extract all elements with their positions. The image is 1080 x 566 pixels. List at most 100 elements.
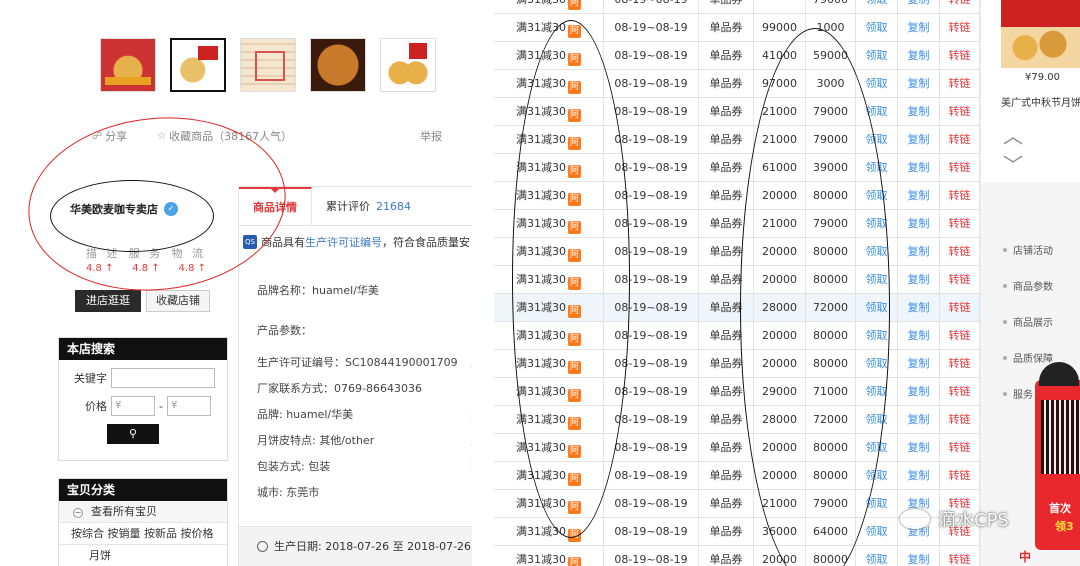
claim-link[interactable]: 领取 xyxy=(856,126,898,154)
search-button[interactable]: ⚲ xyxy=(107,424,159,444)
promo-qr-panel[interactable]: 首次 领3 xyxy=(1035,362,1080,550)
date-cell: 08-19~08-19 xyxy=(604,266,699,294)
convert-link[interactable]: 转链 xyxy=(940,322,980,350)
claim-link[interactable]: 领取 xyxy=(856,546,898,566)
nav-service[interactable]: 服务 xyxy=(1003,386,1033,401)
convert-link[interactable]: 转链 xyxy=(940,14,980,42)
report-link[interactable]: 举报 xyxy=(420,128,442,144)
shop-ratings: 描 述 服 务 物 流 4.8 ↑ 4.8 ↑ 4.8 ↑ xyxy=(86,245,206,274)
recommended-title[interactable]: 美广式中秋节月饼 xyxy=(1001,94,1080,109)
claim-link[interactable]: 领取 xyxy=(856,98,898,126)
claim-link[interactable]: 领取 xyxy=(856,210,898,238)
nav-product-display[interactable]: 商品展示 xyxy=(1003,314,1053,329)
thumbnail-strip xyxy=(100,38,436,92)
enter-shop-button[interactable]: 进店逛逛 xyxy=(75,290,141,312)
convert-link[interactable]: 转链 xyxy=(940,0,980,14)
sort-options[interactable]: 按综合 按销量 按新品 按价格 xyxy=(59,523,227,545)
copy-link[interactable]: 复制 xyxy=(898,70,940,98)
price-max-input[interactable]: ¥ xyxy=(166,396,211,416)
tab-detail[interactable]: 商品详情 xyxy=(239,187,312,225)
convert-link[interactable]: 转链 xyxy=(940,70,980,98)
copy-link[interactable]: 复制 xyxy=(898,98,940,126)
claim-link[interactable]: 领取 xyxy=(856,70,898,98)
claim-link[interactable]: 领取 xyxy=(856,406,898,434)
copy-link[interactable]: 复制 xyxy=(898,182,940,210)
copy-link[interactable]: 复制 xyxy=(898,154,940,182)
claim-link[interactable]: 领取 xyxy=(856,462,898,490)
license-link[interactable]: 生产许可证编号 xyxy=(305,234,382,250)
claim-link[interactable]: 领取 xyxy=(856,518,898,546)
date-cell: 08-19~08-19 xyxy=(604,154,699,182)
claim-link[interactable]: 领取 xyxy=(856,350,898,378)
nav-shop-activity[interactable]: 店铺活动 xyxy=(1003,242,1053,257)
claim-link[interactable]: 领取 xyxy=(856,434,898,462)
convert-link[interactable]: 转链 xyxy=(940,210,980,238)
category-mooncake[interactable]: 月饼 xyxy=(59,545,227,566)
convert-link[interactable]: 转链 xyxy=(940,126,980,154)
convert-link[interactable]: 转链 xyxy=(940,266,980,294)
sogou-logo: 中 xyxy=(1019,550,1032,564)
convert-link[interactable]: 转链 xyxy=(940,434,980,462)
keyword-input[interactable] xyxy=(111,368,215,388)
remain-cell: 71000 xyxy=(806,378,856,406)
recommended-product-image[interactable] xyxy=(1001,0,1080,68)
claim-link[interactable]: 领取 xyxy=(856,378,898,406)
copy-link[interactable]: 复制 xyxy=(898,322,940,350)
copy-link[interactable]: 复制 xyxy=(898,238,940,266)
copy-link[interactable]: 复制 xyxy=(898,406,940,434)
copy-link[interactable]: 复制 xyxy=(898,546,940,566)
convert-link[interactable]: 转链 xyxy=(940,406,980,434)
copy-link[interactable]: 复制 xyxy=(898,294,940,322)
copy-link[interactable]: 复制 xyxy=(898,266,940,294)
claim-link[interactable]: 领取 xyxy=(856,14,898,42)
convert-link[interactable]: 转链 xyxy=(940,350,980,378)
table-row: 满31减30 阿 08-19~08-19 单品券 21000 79000 领取 复制 转链 xyxy=(494,210,980,238)
convert-link[interactable]: 转链 xyxy=(940,238,980,266)
claim-link[interactable]: 领取 xyxy=(856,266,898,294)
copy-link[interactable]: 复制 xyxy=(898,350,940,378)
convert-link[interactable]: 转链 xyxy=(940,378,980,406)
claim-link[interactable]: 领取 xyxy=(856,322,898,350)
coupon-cell: 满31减30阿 xyxy=(494,42,604,70)
shop-name[interactable]: 华美欧麦咖专卖店 ✓ xyxy=(70,201,178,217)
product-thumbnail-3[interactable] xyxy=(240,38,296,92)
convert-link[interactable]: 转链 xyxy=(940,42,980,70)
convert-link[interactable]: 转链 xyxy=(940,154,980,182)
carousel-arrows[interactable]: ︿ ﹀ xyxy=(1003,120,1080,178)
copy-link[interactable]: 复制 xyxy=(898,42,940,70)
claim-link[interactable]: 领取 xyxy=(856,182,898,210)
convert-link[interactable]: 转链 xyxy=(940,294,980,322)
view-all-items[interactable]: − 查看所有宝贝 xyxy=(59,501,227,523)
favorite-link[interactable]: 收藏商品 xyxy=(169,128,213,144)
product-thumbnail-1[interactable] xyxy=(100,38,156,92)
nav-quality[interactable]: 品质保障 xyxy=(1003,350,1053,365)
copy-link[interactable]: 复制 xyxy=(898,126,940,154)
convert-link[interactable]: 转链 xyxy=(940,462,980,490)
copy-link[interactable]: 复制 xyxy=(898,14,940,42)
product-thumbnail-5[interactable] xyxy=(380,38,436,92)
product-thumbnail-4[interactable] xyxy=(310,38,366,92)
nav-product-params[interactable]: 商品参数 xyxy=(1003,278,1053,293)
alibaba-tag-icon: 阿 xyxy=(568,473,581,486)
product-thumbnail-2[interactable] xyxy=(170,38,226,92)
total-cell: 97000 xyxy=(754,70,806,98)
copy-link[interactable]: 复制 xyxy=(898,210,940,238)
copy-link[interactable]: 复制 xyxy=(898,434,940,462)
claim-link[interactable]: 领取 xyxy=(856,0,898,14)
convert-link[interactable]: 转链 xyxy=(940,546,980,566)
claim-link[interactable]: 领取 xyxy=(856,294,898,322)
copy-link[interactable]: 复制 xyxy=(898,462,940,490)
price-min-input[interactable]: ¥ xyxy=(111,396,155,416)
claim-link[interactable]: 领取 xyxy=(856,238,898,266)
copy-link[interactable]: 复制 xyxy=(898,378,940,406)
claim-link[interactable]: 领取 xyxy=(856,154,898,182)
share-link[interactable]: 分享 xyxy=(105,128,127,144)
claim-link[interactable]: 领取 xyxy=(856,490,898,518)
favorite-shop-button[interactable]: 收藏店铺 xyxy=(146,290,210,312)
convert-link[interactable]: 转链 xyxy=(940,182,980,210)
copy-link[interactable]: 复制 xyxy=(898,0,940,14)
claim-link[interactable]: 领取 xyxy=(856,42,898,70)
tab-reviews[interactable]: 累计评价 21684 xyxy=(312,187,425,225)
convert-link[interactable]: 转链 xyxy=(940,98,980,126)
remain-cell: 80000 xyxy=(806,266,856,294)
